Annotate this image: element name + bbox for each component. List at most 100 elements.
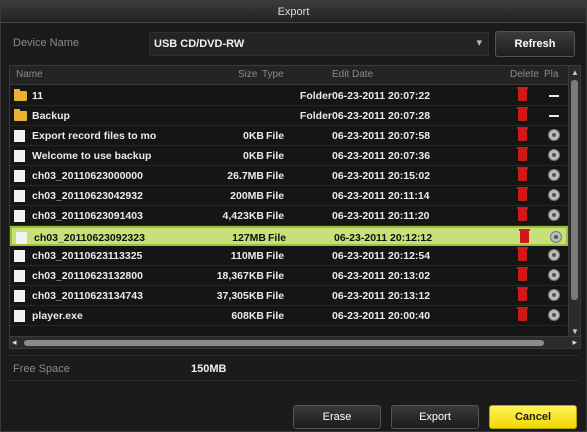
row-type: File xyxy=(266,310,285,322)
play-icon[interactable] xyxy=(550,231,562,243)
scroll-down-icon[interactable]: ▼ xyxy=(571,327,579,336)
free-space-row: Free Space 150MB xyxy=(9,355,579,381)
file-icon xyxy=(14,290,25,302)
folder-icon xyxy=(14,89,27,101)
trash-icon[interactable] xyxy=(517,187,528,201)
chevron-down-icon: ▾ xyxy=(476,37,482,49)
row-edit-date: 06-23-2011 20:12:54 xyxy=(332,250,431,262)
header-type[interactable]: Type xyxy=(262,69,284,80)
dash-icon xyxy=(549,95,559,97)
free-space-label: Free Space xyxy=(13,363,70,375)
row-name: Welcome to use backup xyxy=(32,150,152,162)
erase-button[interactable]: Erase xyxy=(293,405,381,429)
trash-icon[interactable] xyxy=(517,87,528,101)
row-type: File xyxy=(266,190,285,202)
row-size: 4,423KB xyxy=(222,210,264,222)
row-size: 608KB xyxy=(231,310,264,322)
table-row[interactable]: ch03_20110623132800 18,367KB File 06-23-201… xyxy=(10,266,568,286)
table-row[interactable]: ch03_20110623134743 37,305KB File 06-23-201… xyxy=(10,286,568,306)
trash-icon[interactable] xyxy=(517,307,528,321)
trash-icon[interactable] xyxy=(517,107,528,121)
table-row[interactable]: ch03_20110623042932 200MB File 06-23-2011 2… xyxy=(10,186,568,206)
row-size: 127MB xyxy=(232,232,266,244)
trash-icon[interactable] xyxy=(517,167,528,181)
row-type: File xyxy=(266,250,285,262)
row-size: 0KB xyxy=(242,130,264,142)
table-row[interactable]: ch03_20110623091403 4,423KB File 06-23-2011… xyxy=(10,206,568,226)
play-icon[interactable] xyxy=(548,289,560,301)
scroll-right-icon[interactable]: ▸ xyxy=(572,337,577,348)
play-icon[interactable] xyxy=(548,269,560,281)
row-edit-date: 06-23-2011 20:13:02 xyxy=(332,270,431,282)
trash-icon[interactable] xyxy=(517,207,528,221)
header-name[interactable]: Name xyxy=(16,69,43,80)
header-play[interactable]: Pla xyxy=(544,69,558,80)
export-button[interactable]: Export xyxy=(391,405,479,429)
row-type: File xyxy=(266,210,285,222)
trash-icon[interactable] xyxy=(517,287,528,301)
play-icon[interactable] xyxy=(548,129,560,141)
device-select[interactable]: USB CD/DVD-RW ▾ xyxy=(149,32,489,56)
row-name: ch03_20110623134743 xyxy=(32,290,143,302)
table-row[interactable]: ch03_20110623113325 110MB File 06-23-2011 2… xyxy=(10,246,568,266)
row-edit-date: 06-23-2011 20:15:02 xyxy=(332,170,431,182)
row-type: Folder xyxy=(299,110,332,122)
scroll-left-icon[interactable]: ◂ xyxy=(12,337,17,348)
header-size[interactable]: Size xyxy=(238,69,257,80)
row-type: File xyxy=(266,270,285,282)
table-row[interactable]: Welcome to use backup 0KB File 06-23-2011 2… xyxy=(10,146,568,166)
row-edit-date: 06-23-2011 20:13:12 xyxy=(332,290,431,302)
horizontal-scrollbar[interactable]: ◂ ▸ xyxy=(10,336,580,348)
free-space-value: 150MB xyxy=(191,363,227,375)
table-row[interactable]: Export record files to mo 0KB File 06-23-20… xyxy=(10,126,568,146)
vertical-scroll-thumb[interactable] xyxy=(571,80,578,300)
play-icon[interactable] xyxy=(548,169,560,181)
vertical-scrollbar[interactable]: ▲ ▼ xyxy=(568,66,580,338)
row-type: File xyxy=(266,290,285,302)
file-icon xyxy=(14,130,25,142)
row-size: 26.7MB xyxy=(227,170,264,182)
table-row[interactable]: ch03_20110623000000 26.7MB File 06-23-2011 … xyxy=(10,166,568,186)
horizontal-scroll-thumb[interactable] xyxy=(24,340,544,346)
play-icon[interactable] xyxy=(548,249,560,261)
table-row[interactable]: Backup Folder 06-23-2011 20:07:28 xyxy=(10,106,568,126)
row-size: 200MB xyxy=(230,190,264,202)
play-icon[interactable] xyxy=(548,309,560,321)
row-name: 11 xyxy=(32,90,44,102)
trash-icon[interactable] xyxy=(517,247,528,261)
device-row: Device Name USB CD/DVD-RW ▾ Refresh xyxy=(9,31,579,57)
row-size: 37,305KB xyxy=(216,290,264,302)
export-dialog: Export Device Name USB CD/DVD-RW ▾ Refre… xyxy=(0,0,587,432)
file-icon xyxy=(14,210,25,222)
play-icon[interactable] xyxy=(548,189,560,201)
refresh-button[interactable]: Refresh xyxy=(495,31,575,57)
file-icon xyxy=(14,250,25,262)
row-name: ch03_20110623092323 xyxy=(34,232,145,244)
trash-icon[interactable] xyxy=(517,267,528,281)
table-row[interactable]: player.exe 608KB File 06-23-2011 20:00:40 xyxy=(10,306,568,326)
row-name: Export record files to mo xyxy=(32,130,157,142)
play-icon[interactable] xyxy=(548,209,560,221)
device-select-value: USB CD/DVD-RW xyxy=(154,38,245,50)
cancel-button[interactable]: Cancel xyxy=(489,405,577,429)
row-edit-date: 06-23-2011 20:11:14 xyxy=(332,190,430,202)
trash-icon[interactable] xyxy=(519,229,530,243)
trash-icon[interactable] xyxy=(517,147,528,161)
table-header: Name Size Type Edit Date Delete Pla xyxy=(10,66,568,85)
play-icon[interactable] xyxy=(548,149,560,161)
header-edit-date[interactable]: Edit Date xyxy=(332,69,373,80)
trash-icon[interactable] xyxy=(517,127,528,141)
file-table: Name Size Type Edit Date Delete Pla 11 Fo… xyxy=(9,65,581,349)
row-name: ch03_20110623091403 xyxy=(32,210,143,222)
scroll-up-icon[interactable]: ▲ xyxy=(571,68,579,77)
dash-icon xyxy=(549,115,559,117)
row-edit-date: 06-23-2011 20:07:58 xyxy=(332,130,431,142)
table-row[interactable]: ch03_20110623092323 127MB File 06-23-2011 2… xyxy=(10,226,568,246)
row-name: ch03_20110623042932 xyxy=(32,190,143,202)
device-name-label: Device Name xyxy=(13,37,80,49)
table-row[interactable]: 11 Folder 06-23-2011 20:07:22 xyxy=(10,86,568,106)
header-delete[interactable]: Delete xyxy=(510,69,539,80)
row-type: File xyxy=(268,232,287,244)
file-icon xyxy=(14,170,25,182)
row-edit-date: 06-23-2011 20:07:28 xyxy=(332,110,431,122)
